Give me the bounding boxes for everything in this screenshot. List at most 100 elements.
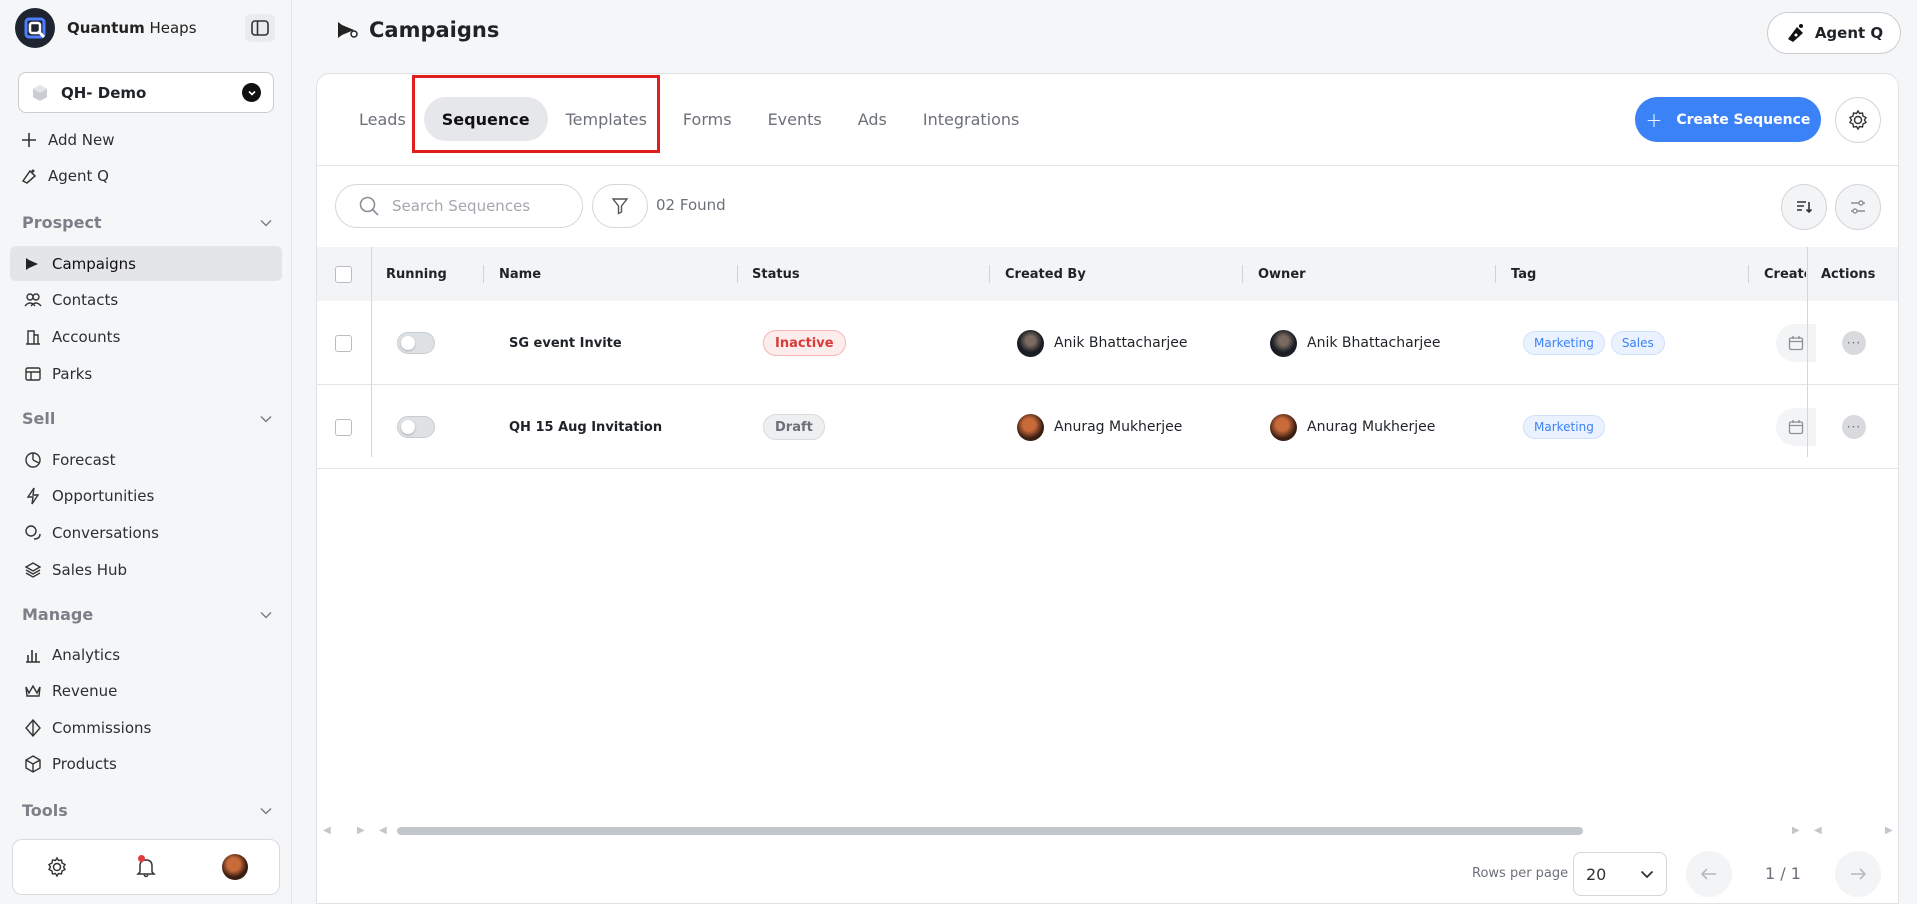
chevron-down-icon (260, 807, 272, 815)
row-checkbox[interactable] (335, 334, 352, 352)
search-icon (359, 196, 379, 216)
tab-leads[interactable]: Leads (341, 97, 424, 141)
sidebar-item-label: Sales Hub (52, 560, 127, 579)
sidebar-item-accounts[interactable]: Accounts (10, 319, 282, 354)
scroll-right-arrow-icon[interactable]: ▶ (357, 825, 365, 836)
status-cell: Draft (763, 385, 825, 469)
sequence-name[interactable]: SG event Invite (509, 301, 622, 385)
running-toggle[interactable] (397, 416, 435, 438)
sidebar-item-forecast[interactable]: Forecast (10, 442, 282, 477)
sidebar-collapse-button[interactable] (245, 14, 275, 42)
diamond-icon (24, 718, 42, 737)
plus-icon: + (1645, 107, 1663, 132)
table-row[interactable]: QH 15 Aug Invitation Draft Anurag Mukher… (317, 385, 1898, 469)
avatar (1017, 413, 1044, 441)
tab-templates[interactable]: Templates (548, 97, 665, 141)
sequence-name[interactable]: QH 15 Aug Invitation (509, 385, 662, 469)
tab-sequence[interactable]: Sequence (423, 97, 548, 141)
tab-events[interactable]: Events (750, 97, 840, 141)
search-box[interactable] (335, 184, 583, 228)
add-new-button[interactable]: Add New (20, 131, 115, 149)
section-manage[interactable]: Manage (22, 605, 272, 624)
created-by-cell: Anik Bhattacharjee (1017, 301, 1188, 385)
status-badge: Draft (763, 414, 825, 440)
tab-forms[interactable]: Forms (665, 97, 750, 141)
sidebar-item-conversations[interactable]: Conversations (10, 515, 282, 550)
scroll-left-arrow-icon[interactable]: ◀ (1814, 825, 1822, 836)
section-sell[interactable]: Sell (22, 409, 272, 428)
search-input[interactable] (392, 197, 562, 215)
scroll-left-arrow-icon[interactable]: ◀ (379, 825, 387, 836)
sidebar-item-label: Parks (52, 364, 93, 383)
status-cell: Inactive (763, 301, 846, 385)
user-avatar-button[interactable] (217, 849, 253, 885)
column-owner[interactable]: Owner (1258, 247, 1306, 301)
created-by-name: Anurag Mukherjee (1054, 419, 1183, 435)
sequence-settings-button[interactable] (1835, 97, 1881, 143)
tab-ads[interactable]: Ads (840, 97, 905, 141)
sidebar-item-label: Opportunities (52, 486, 155, 505)
section-prospect[interactable]: Prospect (22, 213, 272, 232)
sidebar-item-revenue[interactable]: Revenue (10, 673, 282, 708)
sidebar-item-commissions[interactable]: Commissions (10, 710, 282, 745)
sidebar-item-campaigns[interactable]: Campaigns (10, 246, 282, 281)
sidebar-item-label: Campaigns (52, 254, 137, 273)
column-created[interactable]: Create (1764, 247, 1806, 301)
owner-cell: Anik Bhattacharjee (1270, 301, 1441, 385)
crown-icon (24, 682, 42, 700)
sort-icon (1797, 201, 1813, 214)
sidebar-item-parks[interactable]: Parks (10, 356, 282, 391)
agent-icon (20, 167, 38, 185)
sidebar-item-products[interactable]: Products (10, 746, 282, 781)
table-row[interactable]: SG event Invite Inactive Anik Bhattachar… (317, 301, 1898, 385)
column-separator (1495, 265, 1496, 283)
chevron-down-icon (260, 415, 272, 423)
scroll-right-arrow-icon[interactable]: ▶ (1792, 825, 1800, 836)
select-all-checkbox[interactable] (335, 265, 352, 283)
column-status[interactable]: Status (752, 247, 800, 301)
scroll-right-arrow-icon[interactable]: ▶ (1885, 825, 1893, 836)
sidebar-item-analytics[interactable]: Analytics (10, 637, 282, 672)
rows-per-page-label: Rows per page (1472, 866, 1569, 881)
filter-icon (611, 198, 629, 215)
columns-settings-button[interactable] (1835, 184, 1881, 230)
filter-button[interactable] (592, 184, 648, 228)
page-title: Campaigns (335, 18, 499, 42)
agent-q-link[interactable]: Agent Q (20, 167, 109, 185)
create-sequence-button[interactable]: + Create Sequence (1635, 97, 1821, 142)
settings-button[interactable] (39, 849, 75, 885)
select-all-cell (335, 247, 352, 301)
tab-integrations[interactable]: Integrations (905, 97, 1038, 141)
workspace-selector[interactable]: QH- Demo (18, 72, 274, 113)
column-name[interactable]: Name (499, 247, 541, 301)
previous-page-button[interactable] (1686, 851, 1732, 897)
sort-button[interactable] (1781, 184, 1827, 230)
owner-cell: Anurag Mukherjee (1270, 385, 1435, 469)
chat-icon (24, 524, 42, 542)
next-page-button[interactable] (1835, 851, 1881, 897)
horizontal-scrollbar[interactable]: ◀ ▶ ◀ ▶ ◀ ▶ (317, 822, 1898, 840)
arrow-left-icon (1700, 868, 1716, 880)
sidebar-item-label: Accounts (52, 327, 121, 346)
sidebar-item-contacts[interactable]: Contacts (10, 282, 282, 317)
row-checkbox[interactable] (335, 418, 352, 436)
tag-badge: Marketing (1523, 331, 1605, 355)
column-running[interactable]: Running (386, 247, 447, 301)
column-created-by[interactable]: Created By (1005, 247, 1086, 301)
running-toggle[interactable] (397, 332, 435, 354)
sidebar-item-opportunities[interactable]: Opportunities (10, 478, 282, 513)
notifications-button[interactable] (128, 849, 164, 885)
add-new-label: Add New (48, 131, 115, 149)
section-tools[interactable]: Tools (22, 801, 272, 820)
sidebar-item-label: Forecast (52, 450, 116, 469)
brand[interactable]: Quantum Heaps (15, 8, 197, 48)
scroll-left-arrow-icon[interactable]: ◀ (323, 825, 331, 836)
column-separator (737, 265, 738, 283)
owner-name: Anurag Mukherjee (1307, 419, 1436, 435)
rows-per-page-select[interactable]: 20 (1573, 852, 1667, 896)
results-count: 02 Found (656, 196, 726, 214)
column-tag[interactable]: Tag (1511, 247, 1536, 301)
scrollbar-thumb[interactable] (397, 827, 1583, 835)
agent-q-button[interactable]: Agent Q (1767, 12, 1901, 54)
sidebar-item-sales-hub[interactable]: Sales Hub (10, 552, 282, 587)
